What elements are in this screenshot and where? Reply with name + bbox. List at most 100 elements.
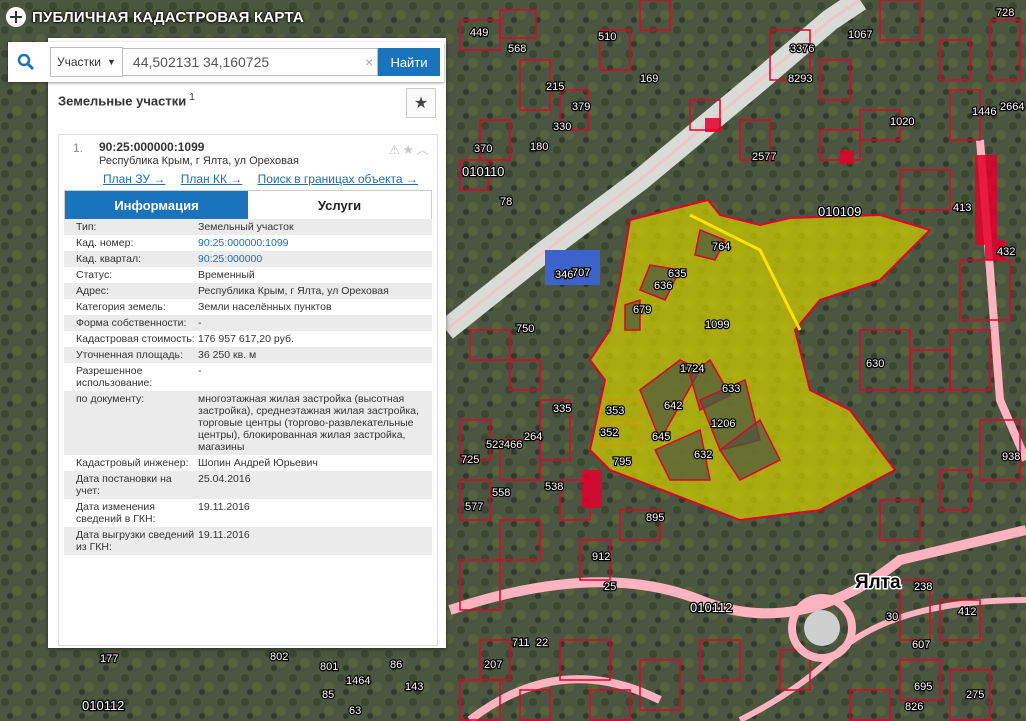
parcel-number-label: 938 bbox=[1002, 451, 1020, 463]
info-key: Кад. номер: bbox=[76, 237, 134, 249]
search-bar: Участки ▼ × Найти bbox=[8, 42, 444, 82]
panel-header: Земельные участки 1 bbox=[58, 92, 195, 108]
parcel-number-label: 695 bbox=[914, 681, 932, 693]
parcel-number-label: 143 bbox=[405, 681, 423, 693]
info-row: Кад. квартал: 90:25:000000 bbox=[64, 251, 432, 267]
info-key: Тип: bbox=[76, 221, 97, 233]
parcel-address: Республика Крым, г Ялта, ул Ореховая bbox=[99, 155, 299, 167]
parcel-number-label: 630 bbox=[866, 358, 884, 370]
parcel-number-label: 633 bbox=[722, 383, 740, 395]
app-title-bar: ПУБЛИЧНАЯ КАДАСТРОВАЯ КАРТА bbox=[0, 0, 304, 34]
parcel-number-label: 30 bbox=[886, 611, 898, 623]
link-plan-kk[interactable]: План КК → bbox=[181, 172, 243, 186]
clear-icon[interactable]: × bbox=[365, 54, 373, 70]
parcel-number-label: 826 bbox=[905, 701, 923, 713]
info-key: Категория земель: bbox=[76, 301, 166, 313]
parcel-number-label: 1099 bbox=[705, 319, 729, 331]
parcel-number-label: 1446 bbox=[972, 106, 996, 118]
info-row: Форма собственности: - bbox=[64, 315, 432, 331]
info-key: Кад. квартал: bbox=[76, 253, 141, 265]
info-key: Уточненная площадь: bbox=[76, 349, 183, 361]
parcel-number-label: 510 bbox=[598, 31, 616, 43]
parcel-number-label: 1020 bbox=[890, 116, 914, 128]
parcel-number-label: 352 bbox=[600, 427, 618, 439]
parcel-number-label: 346 bbox=[555, 269, 573, 281]
info-row: Дата изменения сведений в ГКН: 19.11.2016 bbox=[64, 499, 432, 527]
parcel-cad-number[interactable]: 90:25:000000:1099 bbox=[99, 140, 204, 154]
app-logo-icon bbox=[6, 7, 26, 27]
parcel-number-label: 180 bbox=[530, 141, 548, 153]
city-label: Ялта bbox=[855, 572, 901, 593]
parcel-number-label: 912 bbox=[592, 551, 610, 563]
info-table: Тип: Земельный участок Кад. номер: 90:25:00… bbox=[64, 219, 432, 555]
info-key: Форма собственности: bbox=[76, 317, 187, 329]
parcel-number-label: 635 bbox=[668, 268, 686, 280]
parcel-number-label: 577 bbox=[465, 501, 483, 513]
result-count: 1 bbox=[189, 92, 195, 103]
info-row: Уточненная площадь: 36 250 кв. м bbox=[64, 347, 432, 363]
parcel-number-label: 764 bbox=[712, 241, 730, 253]
parcel-number-label: 207 bbox=[484, 659, 502, 671]
link-plan-zu[interactable]: План ЗУ → bbox=[103, 172, 165, 186]
search-icon[interactable] bbox=[8, 42, 44, 82]
parcel-number-label: 523 bbox=[486, 439, 504, 451]
tab-services[interactable]: Услуги bbox=[248, 191, 431, 219]
parcel-number-label: 413 bbox=[953, 202, 971, 214]
search-type-label: Участки bbox=[57, 55, 101, 69]
search-input[interactable] bbox=[122, 48, 378, 76]
tab-information[interactable]: Информация bbox=[65, 191, 248, 219]
info-value: Временный bbox=[198, 269, 255, 281]
parcel-card: 1. 90:25:000000:1099 Республика Крым, г … bbox=[58, 134, 438, 646]
info-value: 36 250 кв. м bbox=[198, 349, 257, 361]
info-row: Статус: Временный bbox=[64, 267, 432, 283]
parcel-number-label: 85 bbox=[322, 689, 334, 701]
parcel-number-label: 353 bbox=[606, 405, 624, 417]
card-tools: ⚠★︿ bbox=[389, 139, 431, 158]
info-value[interactable]: 90:25:000000:1099 bbox=[198, 237, 432, 249]
parcel-number-label: 2577 bbox=[752, 151, 776, 163]
info-value: Республика Крым, г Ялта, ул Ореховая bbox=[198, 285, 389, 297]
parcel-number-label: 711 bbox=[512, 637, 530, 649]
parcel-number-label: 728 bbox=[996, 7, 1014, 19]
parcel-number-label: 3376 bbox=[790, 43, 814, 55]
parcel-number-label: 169 bbox=[640, 73, 658, 85]
info-row: Категория земель: Земли населённых пункто… bbox=[64, 299, 432, 315]
info-key: Кадастровый инженер: bbox=[76, 457, 189, 469]
info-row: Дата постановки на учет: 25.04.2016 bbox=[64, 471, 432, 499]
quarter-number-label: 010112 bbox=[690, 600, 732, 615]
parcel-number-label: 895 bbox=[646, 512, 664, 524]
warning-icon[interactable]: ⚠ bbox=[389, 142, 403, 157]
info-value: - bbox=[198, 317, 202, 329]
parcel-number-label: 432 bbox=[997, 246, 1015, 258]
search-type-select[interactable]: Участки ▼ bbox=[50, 47, 123, 77]
info-value: Земельный участок bbox=[198, 221, 294, 233]
result-index: 1. bbox=[73, 141, 84, 155]
parcel-number-label: 264 bbox=[524, 431, 542, 443]
parcel-number-label: 1206 bbox=[711, 418, 735, 430]
search-button[interactable]: Найти bbox=[378, 48, 440, 76]
parcel-number-label: 679 bbox=[633, 304, 651, 316]
parcel-number-label: 2664 bbox=[1000, 101, 1024, 113]
parcel-number-label: 25 bbox=[604, 581, 616, 593]
parcel-number-label: 8293 bbox=[788, 73, 812, 85]
quarter-number-label: 010110 bbox=[462, 164, 504, 179]
parcel-number-label: 558 bbox=[492, 487, 510, 499]
parcel-number-label: 412 bbox=[958, 606, 976, 618]
info-key: Разрешенное использование: bbox=[76, 365, 153, 389]
parcel-number-label: 1067 bbox=[848, 29, 872, 41]
collapse-icon[interactable]: ︿ bbox=[416, 142, 431, 157]
favorites-button[interactable]: ★ bbox=[406, 88, 436, 118]
info-key: Статус: bbox=[76, 269, 113, 281]
info-row: по документу: многоэтажная жилая застройк… bbox=[64, 391, 432, 455]
panel-title: Земельные участки bbox=[58, 93, 187, 109]
info-key: Дата выгрузки сведений из ГКН: bbox=[76, 529, 195, 553]
info-row: Тип: Земельный участок bbox=[64, 219, 432, 235]
parcel-number-label: 330 bbox=[553, 121, 571, 133]
star-icon: ★ bbox=[413, 95, 429, 112]
info-value: многоэтажная жилая застройка (высотная з… bbox=[198, 393, 419, 453]
info-value[interactable]: 90:25:000000 bbox=[198, 253, 432, 265]
parcel-number-label: 466 bbox=[504, 439, 522, 451]
link-search-in-bounds[interactable]: Поиск в границах объекта → bbox=[258, 172, 418, 186]
star-icon[interactable]: ★ bbox=[402, 142, 416, 157]
parcel-number-label: 275 bbox=[966, 689, 984, 701]
